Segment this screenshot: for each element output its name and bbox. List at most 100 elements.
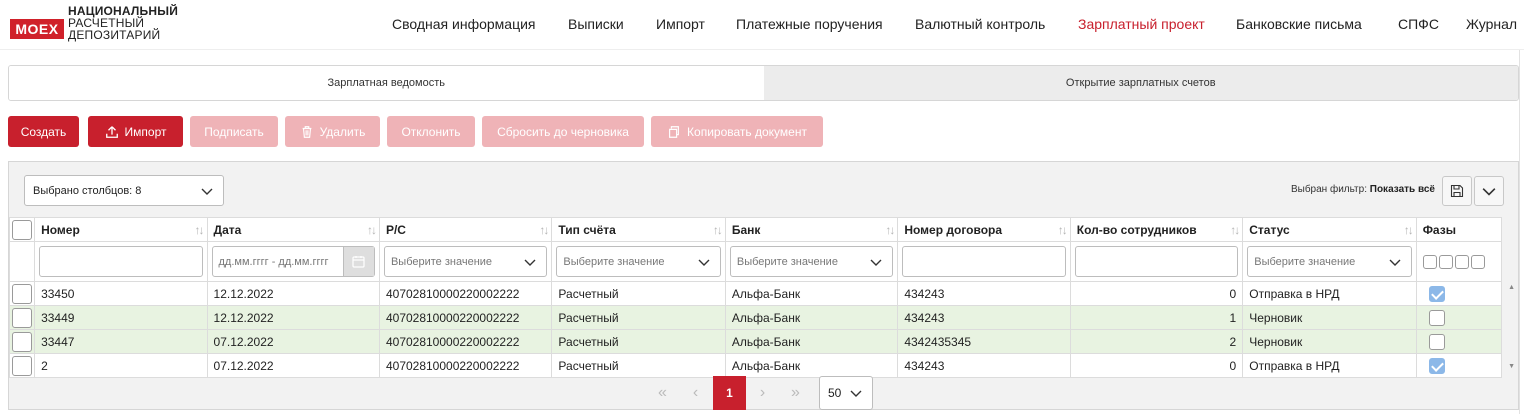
create-button[interactable]: Создать <box>8 116 79 147</box>
col-header-bank[interactable]: Банк ↑↓ <box>724 217 899 242</box>
status-filter-select[interactable]: Выберите значение <box>1247 246 1412 277</box>
sort-icon[interactable]: ↑↓ <box>1404 223 1414 237</box>
phase-checkbox[interactable] <box>1428 357 1445 374</box>
nav-item-statements[interactable]: Выписки <box>568 16 624 32</box>
col-header-account-type[interactable]: Тип счёта ↑↓ <box>551 217 726 242</box>
nav-item-spfs[interactable]: СПФС <box>1398 16 1439 32</box>
cell-employees: 0 <box>1069 281 1244 306</box>
employees-filter-input[interactable] <box>1074 246 1239 277</box>
last-page-icon[interactable]: » <box>779 376 812 410</box>
nav-item-salary-project[interactable]: Зарплатный проект <box>1078 16 1205 32</box>
page-size-select[interactable]: 50 <box>819 376 873 410</box>
data-grid: Выбрано столбцов: 8 Выбран фильтр: Показ… <box>8 161 1519 410</box>
filter-row: дд.мм.гггг - дд.мм.гггг Выберите значени… <box>8 241 1503 282</box>
cell-employees: 2 <box>1069 329 1244 354</box>
calendar-icon[interactable] <box>342 247 374 276</box>
cell-employees: 0 <box>1069 353 1244 378</box>
phase-filter-checkbox-1[interactable] <box>1422 254 1437 269</box>
cell-number: 2 <box>34 353 208 378</box>
select-all-checkbox[interactable] <box>12 219 32 240</box>
reset-to-draft-button[interactable]: Сбросить до черновика <box>482 116 644 147</box>
sign-button[interactable]: Подписать <box>190 116 278 147</box>
number-filter-input[interactable] <box>39 246 203 277</box>
page-1-button[interactable]: 1 <box>713 376 746 410</box>
logo[interactable]: MOEX НАЦИОНАЛЬНЫЙ РАСЧЕТНЫЙ ДЕПОЗИТАРИЙ <box>10 5 178 41</box>
account-filter-select[interactable]: Выберите значение <box>383 246 548 277</box>
cell-bank: Альфа-Банк <box>724 281 899 306</box>
create-button-label: Создать <box>20 124 67 139</box>
nav-item-import[interactable]: Импорт <box>656 16 705 32</box>
table-row[interactable]: 2 07.12.2022 40702810000220002222 Расчет… <box>8 353 1503 378</box>
upload-icon <box>105 125 118 138</box>
import-button[interactable]: Импорт <box>88 116 183 147</box>
nav-item-summary[interactable]: Сводная информация <box>392 16 536 32</box>
bank-filter-select[interactable]: Выберите значение <box>729 246 894 277</box>
col-header-number[interactable]: Номер ↑↓ <box>34 217 208 242</box>
sort-icon[interactable]: ↑↓ <box>1058 223 1068 237</box>
sort-icon[interactable]: ↑↓ <box>367 223 377 237</box>
table-row[interactable]: 33447 07.12.2022 40702810000220002222 Ра… <box>8 329 1503 354</box>
table-row[interactable]: 33449 12.12.2022 40702810000220002222 Ра… <box>8 305 1503 330</box>
col-header-account[interactable]: Р/С ↑↓ <box>378 217 553 242</box>
cell-contract: 434243 <box>897 305 1071 330</box>
nav-item-bank-letters[interactable]: Банковские письма <box>1236 16 1362 32</box>
account-type-filter-select[interactable]: Выберите значение <box>556 246 721 277</box>
cell-date: 12.12.2022 <box>206 305 380 330</box>
date-filter-input[interactable]: дд.мм.гггг - дд.мм.гггг <box>211 246 375 277</box>
phase-filter-checkbox-3[interactable] <box>1454 254 1469 269</box>
first-page-icon[interactable]: « <box>646 376 679 410</box>
cell-status: Черновик <box>1242 329 1417 354</box>
cell-date: 12.12.2022 <box>206 281 380 306</box>
filter-cell-empty <box>8 241 36 282</box>
tab-bar: Зарплатная ведомость Открытие зарплатных… <box>8 65 1519 101</box>
sort-icon[interactable]: ↑↓ <box>1230 223 1240 237</box>
filter-menu-button[interactable] <box>1474 176 1504 206</box>
table-row[interactable]: 33450 12.12.2022 40702810000220002222 Ра… <box>8 281 1503 306</box>
reject-button[interactable]: Отклонить <box>387 116 475 147</box>
copy-document-button[interactable]: Копировать документ <box>651 116 823 147</box>
sort-icon[interactable]: ↑↓ <box>713 223 723 237</box>
scroll-down-arrow-icon[interactable]: ▼ <box>1508 363 1515 370</box>
col-header-contract[interactable]: Номер договора ↑↓ <box>897 217 1071 242</box>
phase-checkbox[interactable] <box>1428 285 1445 302</box>
cell-date: 07.12.2022 <box>206 329 380 354</box>
tab-salary-statement[interactable]: Зарплатная ведомость <box>9 66 764 100</box>
chevron-down-icon <box>870 259 882 266</box>
row-select-checkbox[interactable] <box>12 307 32 328</box>
next-page-icon[interactable]: › <box>746 376 779 410</box>
row-select-checkbox[interactable] <box>12 331 32 352</box>
trash-icon <box>302 125 311 138</box>
phase-filter-checkbox-2[interactable] <box>1438 254 1453 269</box>
sort-icon[interactable]: ↑↓ <box>195 223 205 237</box>
nav-item-currency-control[interactable]: Валютный контроль <box>915 16 1045 32</box>
select-placeholder: Выберите значение <box>736 255 838 268</box>
main-nav: Сводная информация Выписки Импорт Платеж… <box>392 16 1524 34</box>
delete-button[interactable]: Удалить <box>285 116 380 147</box>
date-filter-placeholder: дд.мм.гггг - дд.мм.гггг <box>218 255 329 268</box>
col-header-date[interactable]: Дата ↑↓ <box>206 217 380 242</box>
sort-icon[interactable]: ↑↓ <box>539 223 549 237</box>
row-select-checkbox[interactable] <box>12 283 32 304</box>
phase-checkbox[interactable] <box>1428 333 1445 350</box>
chevron-down-icon <box>1482 188 1496 196</box>
contract-filter-input[interactable] <box>902 246 1066 277</box>
sort-icon[interactable]: ↑↓ <box>885 223 895 237</box>
prev-page-icon[interactable]: ‹ <box>679 376 712 410</box>
row-select-checkbox[interactable] <box>12 355 32 376</box>
scroll-up-arrow-icon[interactable]: ▲ <box>1508 284 1515 291</box>
phase-checkbox[interactable] <box>1428 309 1445 326</box>
nav-item-payment-orders[interactable]: Платежные поручения <box>736 16 883 32</box>
cell-status: Черновик <box>1242 305 1417 330</box>
nav-item-journal[interactable]: Журнал <box>1466 16 1517 32</box>
columns-select[interactable]: Выбрано столбцов: 8 <box>24 175 224 206</box>
phase-filter-checkbox-4[interactable] <box>1470 254 1485 269</box>
save-filter-button[interactable] <box>1442 176 1472 206</box>
cell-contract: 4342435345 <box>897 329 1071 354</box>
col-header-phases: Фазы <box>1415 217 1503 242</box>
tab-open-salary-accounts[interactable]: Открытие зарплатных счетов <box>763 66 1518 100</box>
col-header-employees[interactable]: Кол-во сотрудников ↑↓ <box>1069 217 1244 242</box>
col-header-status[interactable]: Статус ↑↓ <box>1242 217 1417 242</box>
header-row: Номер ↑↓ Дата ↑↓ Р/С ↑↓ Тип счёта ↑↓ Банк ↑↓ … <box>8 217 1503 242</box>
cell-employees: 1 <box>1069 305 1244 330</box>
cell-account: 40702810000220002222 <box>378 305 553 330</box>
